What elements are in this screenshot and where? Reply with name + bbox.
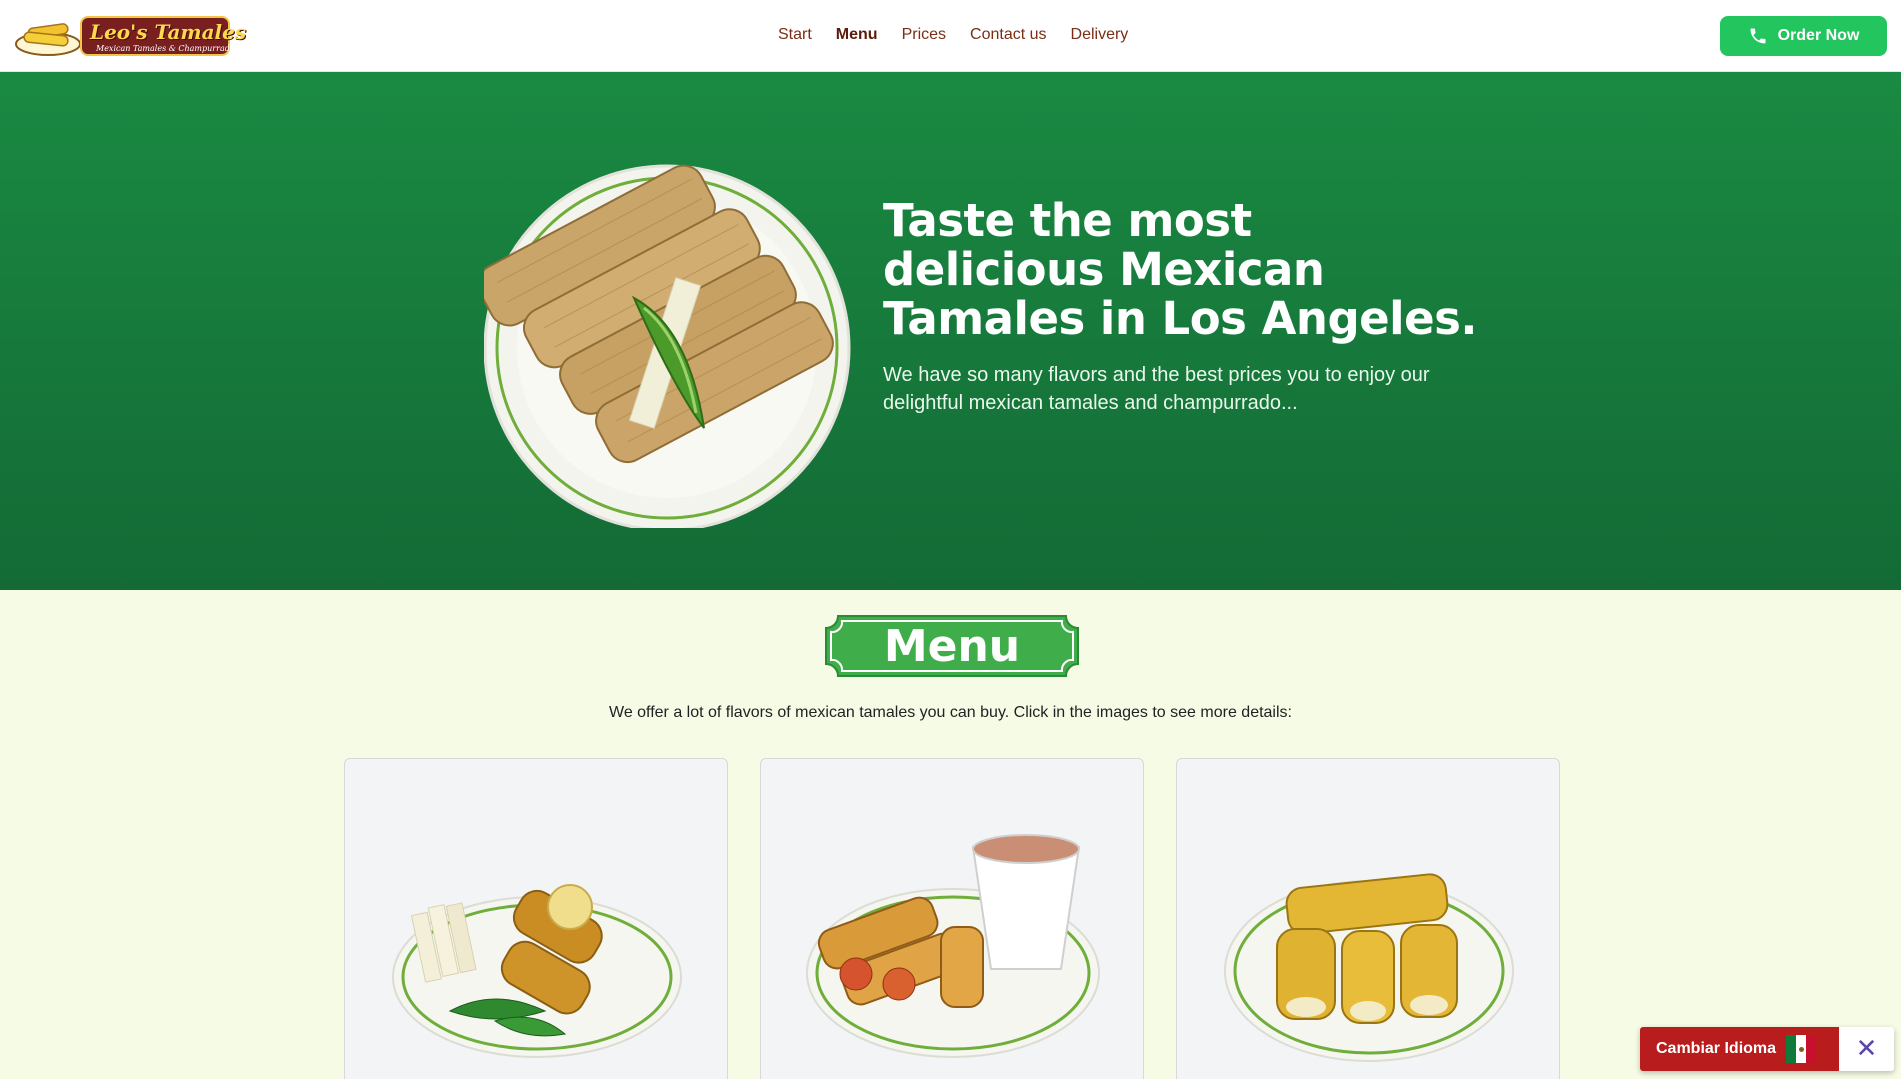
nav-delivery[interactable]: Delivery <box>1071 26 1129 48</box>
hero-section: Taste the most delicious Mexican Tamales… <box>0 72 1901 590</box>
menu-card-green-tamales[interactable] <box>1176 758 1560 1079</box>
tamale-green-image <box>1224 873 1514 1062</box>
main-nav: Start Menu Prices Contact us Delivery <box>778 26 1128 48</box>
logo-title: Leo's Tamales <box>90 20 247 44</box>
close-icon[interactable]: ✕ <box>1839 1027 1894 1071</box>
nav-contact-us[interactable]: Contact us <box>970 26 1046 48</box>
menu-intro-text: We offer a lot of flavors of mexican tam… <box>609 704 1292 721</box>
change-language-label: Cambiar Idioma <box>1656 1040 1777 1057</box>
menu-heading: Menu <box>883 620 1021 672</box>
menu-heading-badge: Menu <box>824 614 1080 678</box>
menu-card-cheese-jalapeno[interactable] <box>344 758 728 1079</box>
nav-prices[interactable]: Prices <box>902 26 946 48</box>
site-header: Leo's Tamales Mexican Tamales & Champurr… <box>0 0 1901 72</box>
hero-text-block: Taste the most delicious Mexican Tamales… <box>883 196 1483 417</box>
order-now-button[interactable]: Order Now <box>1720 16 1887 56</box>
phone-icon <box>1750 28 1766 44</box>
menu-card-champurrado[interactable] <box>760 758 1144 1079</box>
logo-tagline: Mexican Tamales & Champurrado <box>96 44 235 53</box>
hero-tamales-plate-image <box>484 164 851 528</box>
hero-subtitle: We have so many flavors and the best pri… <box>883 364 1430 414</box>
tamale-plate-logo-icon <box>15 23 81 56</box>
tamale-cheese-jalapeno-image <box>392 884 682 1058</box>
change-language-button[interactable]: Cambiar Idioma <box>1640 1027 1839 1071</box>
nav-start[interactable]: Start <box>778 26 812 48</box>
logo-banner: Leo's Tamales Mexican Tamales & Champurr… <box>80 16 246 56</box>
brand-logo[interactable]: Leo's Tamales Mexican Tamales & Champurr… <box>14 12 246 58</box>
hero-title: Taste the most delicious Mexican Tamales… <box>883 194 1478 345</box>
nav-menu[interactable]: Menu <box>836 26 878 48</box>
order-now-label: Order Now <box>1777 27 1860 44</box>
tamale-champurrado-image <box>806 834 1100 1058</box>
mexico-flag-icon <box>1786 1035 1817 1063</box>
language-widget: Cambiar Idioma ✕ <box>1640 1027 1894 1071</box>
